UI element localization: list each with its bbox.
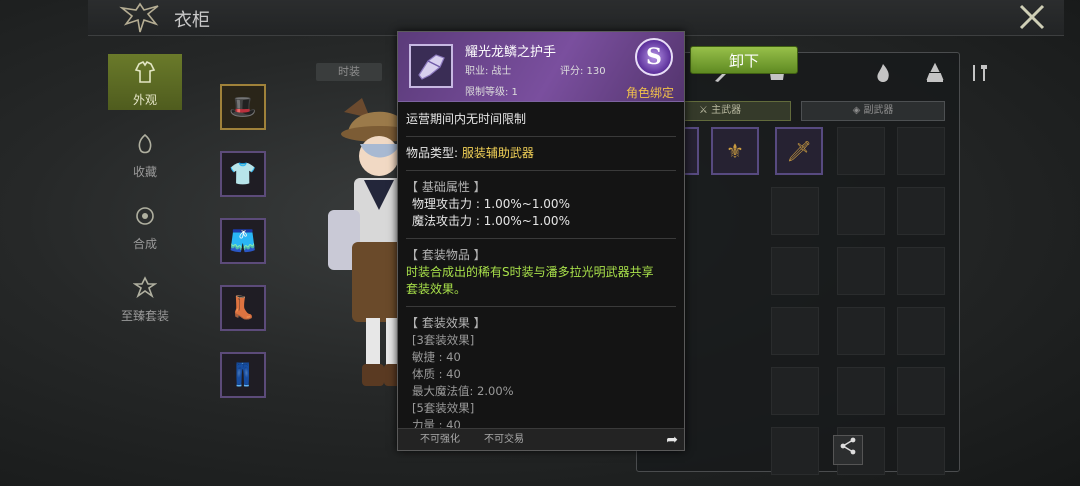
time-limit-text: 运营期间内无时间限制 [406, 112, 527, 126]
hat-icon: 🎩 [229, 94, 257, 120]
empty-item-slot[interactable] [837, 127, 885, 175]
boots-slot[interactable]: 👢 [220, 285, 266, 331]
bottom-slot[interactable]: 🩳 [220, 218, 266, 264]
hat-slot[interactable]: 🎩 [220, 84, 266, 130]
share-arrow-icon[interactable]: ➦ [666, 429, 678, 451]
dragon-emblem-icon [118, 2, 162, 36]
empty-item-slot[interactable] [837, 247, 885, 295]
empty-item-slot[interactable] [897, 427, 945, 475]
empty-item-slot[interactable] [771, 307, 819, 355]
owned-weapon-item[interactable]: 🗡 [775, 127, 823, 175]
set-items-header: 【 套装物品 】 [406, 248, 486, 262]
tab-label: 副武器 [863, 105, 894, 116]
tab-label: 主武器 [711, 105, 742, 116]
item-type-value: 服装辅助武器 [461, 146, 534, 160]
empty-item-slot[interactable] [897, 367, 945, 415]
basic-attribute: 魔法攻击力 : 1.00%~1.00% [412, 214, 570, 228]
pants-icon: 👖 [229, 362, 257, 388]
owned-weapon-item[interactable]: ⚜ [711, 127, 759, 175]
empty-item-slot[interactable] [837, 367, 885, 415]
set-effect-line: [5套装效果] [412, 401, 475, 415]
page-title: 衣柜 [174, 10, 210, 31]
basic-attribute: 物理攻击力 : 1.00%~1.00% [412, 197, 570, 211]
no-trade-label: 不可交易 [484, 434, 524, 445]
item-tooltip: 耀光龙鳞之护手 职业: 战士 评分: 130 限制等级: 1 S 角色绑定 运营… [397, 31, 685, 451]
tooltip-body: 运营期间内无时间限制 物品类型: 服装辅助武器 【 基础属性 】 物理攻击力 :… [398, 103, 684, 429]
outfit-icon [108, 54, 182, 91]
basic-attributes-header: 【 基础属性 】 [406, 180, 486, 194]
share-nodes-icon [840, 437, 856, 455]
empty-item-slot[interactable] [771, 367, 819, 415]
sidebar-item-label: 收藏 [132, 165, 157, 179]
empty-item-slot[interactable] [897, 127, 945, 175]
sidebar-item-label: 至臻套装 [120, 309, 169, 323]
item-score: 评分: 130 [560, 66, 606, 77]
weapon-icon: 🗡 [786, 139, 812, 163]
bound-status: 角色绑定 [625, 86, 674, 100]
shrine-category-icon[interactable] [919, 61, 951, 93]
empty-item-slot[interactable] [897, 247, 945, 295]
tooltip-header: 耀光龙鳞之护手 职业: 战士 评分: 130 限制等级: 1 S 角色绑定 [398, 32, 684, 102]
tools-category-icon[interactable] [963, 61, 995, 93]
top-slot[interactable]: 👕 [220, 151, 266, 197]
unequip-button[interactable]: 卸下 [690, 46, 798, 74]
item-type-label: 物品类型: [406, 146, 459, 160]
tab-fashion[interactable]: 时装 [316, 63, 382, 81]
shield-icon: ◈ [852, 105, 864, 116]
sidebar-item-outfit[interactable]: 外观 [108, 54, 182, 110]
sidebar-item-label: 外观 [132, 93, 157, 107]
set-effect-header: 【 套装效果 】 [406, 316, 486, 330]
sidebar-item-collection[interactable]: 收藏 [108, 126, 182, 182]
equipment-slots: 🎩 👕 🩳 👢 👖 [220, 84, 266, 419]
synthesis-icon [108, 198, 182, 235]
empty-item-slot[interactable] [771, 247, 819, 295]
item-level-requirement: 限制等级: 1 [465, 87, 518, 98]
share-button[interactable] [833, 435, 863, 465]
grade-badge: S [635, 38, 673, 76]
empty-item-slot[interactable] [897, 307, 945, 355]
empty-item-slot[interactable] [837, 187, 885, 235]
set-effect-line: [3套装效果] [412, 333, 475, 347]
sword-icon: ⚔ [698, 105, 712, 116]
boots-icon: 👢 [229, 295, 257, 321]
gauntlet-icon [409, 44, 453, 88]
set-items-description: 时装合成出的稀有S时装与潘多拉光明武器共享 [406, 265, 654, 279]
close-icon[interactable] [1016, 2, 1048, 34]
item-job: 职业: 战士 [465, 66, 512, 77]
collection-icon [108, 126, 182, 163]
item-name: 耀光龙鳞之护手 [465, 45, 557, 60]
set-items-description: 套装效果。 [406, 282, 467, 296]
tab-sub-weapon[interactable]: ◈ 副武器 [801, 101, 945, 121]
weapon-icon: ⚜ [726, 139, 744, 163]
sidebar: 外观 收藏 合成 至臻套装 [108, 54, 182, 342]
pants-slot[interactable]: 👖 [220, 352, 266, 398]
supreme-set-icon [108, 270, 182, 307]
empty-item-slot[interactable] [771, 427, 819, 475]
set-effect-line: 体质 : 40 [412, 367, 461, 381]
flame-category-icon[interactable] [867, 61, 899, 93]
empty-item-slot[interactable] [771, 187, 819, 235]
tooltip-footer: 不可强化 不可交易 ➦ [398, 428, 684, 450]
sidebar-item-synthesis[interactable]: 合成 [108, 198, 182, 254]
set-effect-line: 最大魔法值: 2.00% [412, 384, 514, 398]
empty-item-slot[interactable] [837, 307, 885, 355]
no-enhance-label: 不可强化 [420, 434, 460, 445]
set-effect-line: 敏捷 : 40 [412, 350, 461, 364]
shorts-icon: 🩳 [229, 228, 257, 254]
empty-item-slot[interactable] [897, 187, 945, 235]
shirt-icon: 👕 [229, 161, 257, 187]
sidebar-item-label: 合成 [132, 237, 157, 251]
sidebar-item-supreme-set[interactable]: 至臻套装 [108, 270, 182, 326]
